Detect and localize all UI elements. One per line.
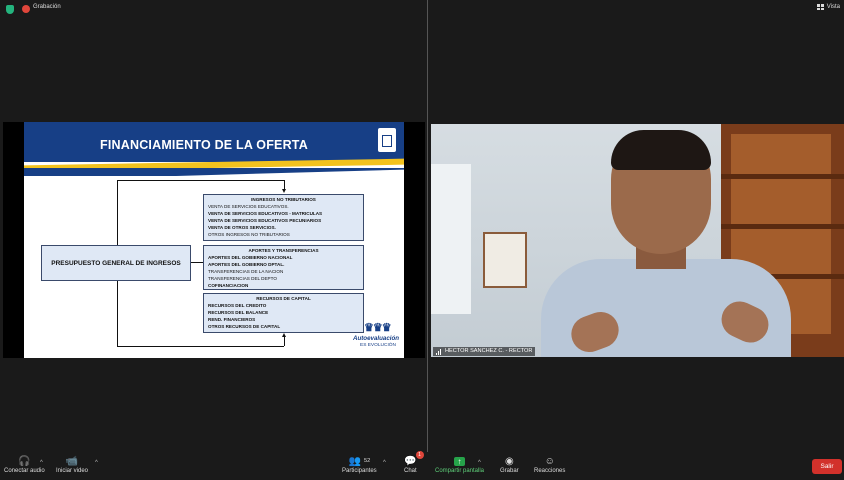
connect-audio-label: Conectar audio <box>4 468 45 474</box>
connector-line <box>191 262 203 263</box>
transfers-box: APORTES Y TRANSFERENCIAS APORTES DEL GOB… <box>203 245 364 290</box>
participant-name: HECTOR SANCHEZ C. - RECTOR <box>445 348 533 354</box>
chat-button[interactable]: 💬 1 Chat <box>404 451 424 474</box>
connector-line <box>284 336 285 346</box>
share-screen-label: Compartir pantalla <box>435 468 485 474</box>
slide-letterbox-left <box>3 122 24 358</box>
brand-label: Autoevaluación <box>353 335 400 342</box>
reactions-button[interactable]: ☺ Reacciones <box>534 454 566 475</box>
headphones-icon: 🎧 <box>18 455 31 467</box>
meeting-top-bar: Grabación Vista <box>0 0 844 18</box>
connector-line <box>117 180 118 245</box>
capital-box: RECURSOS DE CAPITAL RECURSOS DEL CREDITO… <box>203 293 364 333</box>
record-icon: ◉ <box>504 455 514 467</box>
box-item: TRANSFERENCIAS DE LA NACION <box>208 268 284 274</box>
view-button[interactable]: Vista <box>816 4 840 10</box>
view-label: Vista <box>826 4 840 10</box>
arrow-up-icon <box>282 333 286 337</box>
slide-letterbox-right <box>404 122 425 358</box>
chat-unread-badge: 1 <box>415 451 424 459</box>
slide-title: FINANCIAMIENTO DE LA OFERTA <box>100 138 308 152</box>
income-box: INGRESOS NO TRIBUTARIOS VENTA DE SERVICI… <box>203 194 364 241</box>
grid-view-icon <box>816 4 824 10</box>
arrow-down-icon <box>282 189 286 193</box>
video-options-chevron-icon[interactable]: ^ <box>95 460 98 466</box>
background-window <box>431 164 471 314</box>
participants-count: 52 <box>363 458 371 464</box>
box-item: VENTA DE SERVICIOS EDUCATIVOS - MATRICUL… <box>208 210 323 216</box>
share-screen-icon: ↑ <box>454 456 466 466</box>
record-label: Grabar <box>500 468 519 474</box>
start-video-label: Iniciar video <box>56 468 89 474</box>
record-button[interactable]: ◉ Grabar <box>500 454 519 475</box>
audio-options-chevron-icon[interactable]: ^ <box>40 460 43 466</box>
split-divider[interactable] <box>427 0 428 452</box>
box-item: OTROS RECURSOS DE CAPITAL <box>208 323 281 329</box>
chat-icon: 💬 1 <box>404 451 424 468</box>
participants-button[interactable]: 👥 52 Participantes <box>342 454 377 475</box>
shared-screen-slide: FINANCIAMIENTO DE LA OFERTA PRESUPUESTO … <box>24 122 404 358</box>
slide-header: FINANCIAMIENTO DE LA OFERTA <box>24 122 404 162</box>
participants-label: Participantes <box>342 468 377 474</box>
institution-logo-icon <box>378 128 396 152</box>
share-options-chevron-icon[interactable]: ^ <box>478 460 481 466</box>
participant-name-tag: HECTOR SANCHEZ C. - RECTOR <box>433 347 536 356</box>
box-heading: RECURSOS DE CAPITAL <box>256 296 311 301</box>
box-item: VENTA DE SERVICIOS EDUCATIVOS PECUNIARIO… <box>208 217 322 223</box>
box-item: RECURSOS DEL BALANCE <box>208 309 269 315</box>
box-item: TRANSFERENCIAS DEL DEPTO <box>208 275 277 281</box>
box-item: VENTA DE SERVICIOS EDUCATIVOS. <box>208 203 289 209</box>
slide-blue-stripe <box>24 168 404 176</box>
reactions-icon: ☺ <box>544 455 555 467</box>
signal-bars-icon <box>436 348 442 355</box>
participants-icon: 👥 <box>348 455 361 467</box>
connector-line <box>117 346 284 347</box>
box-item: VENTA DE OTROS SERVICIOS. <box>208 224 276 230</box>
box-item: REND. FINANCIEROS <box>208 316 256 322</box>
connector-line <box>117 281 118 347</box>
video-off-icon: 📹 <box>65 455 79 467</box>
box-item: COFINANCIACION <box>208 282 249 288</box>
connector-line <box>117 180 284 181</box>
meeting-toolbar: 🎧 Conectar audio ^ 📹 Iniciar video ^ 👥 52… <box>0 451 844 480</box>
box-item: OTROS INGRESOS NO TRIBUTARIOS <box>208 231 290 237</box>
connect-audio-button[interactable]: 🎧 Conectar audio <box>4 454 45 475</box>
crown-logo-icon: ♛♛♛ <box>364 322 392 334</box>
recording-icon <box>22 5 30 13</box>
chat-label: Chat <box>404 468 417 474</box>
reactions-label: Reacciones <box>534 468 566 474</box>
recording-label: Grabación <box>33 4 61 10</box>
brand-sublabel: ES EVOLUCIÓN <box>360 343 396 348</box>
start-video-button[interactable]: 📹 Iniciar video <box>56 454 89 475</box>
box-heading: APORTES Y TRANSFERENCIAS <box>248 248 319 253</box>
participants-options-chevron-icon[interactable]: ^ <box>383 460 386 466</box>
main-budget-box: PRESUPUESTO GENERAL DE INGRESOS <box>41 245 191 281</box>
leave-button[interactable]: Salir <box>812 459 842 474</box>
participant-video[interactable]: HECTOR SANCHEZ C. - RECTOR <box>431 124 844 357</box>
security-shield-icon[interactable] <box>6 5 14 14</box>
box-item: APORTES DEL GOBIERNO DPTAL. <box>208 261 285 267</box>
background-frame <box>483 232 527 288</box>
box-heading: INGRESOS NO TRIBUTARIOS <box>251 197 316 202</box>
share-screen-button[interactable]: ↑ Compartir pantalla <box>435 454 484 474</box>
box-item: APORTES DEL GOBIERNO NACIONAL <box>208 254 293 260</box>
box-item: RECURSOS DEL CREDITO <box>208 302 267 308</box>
